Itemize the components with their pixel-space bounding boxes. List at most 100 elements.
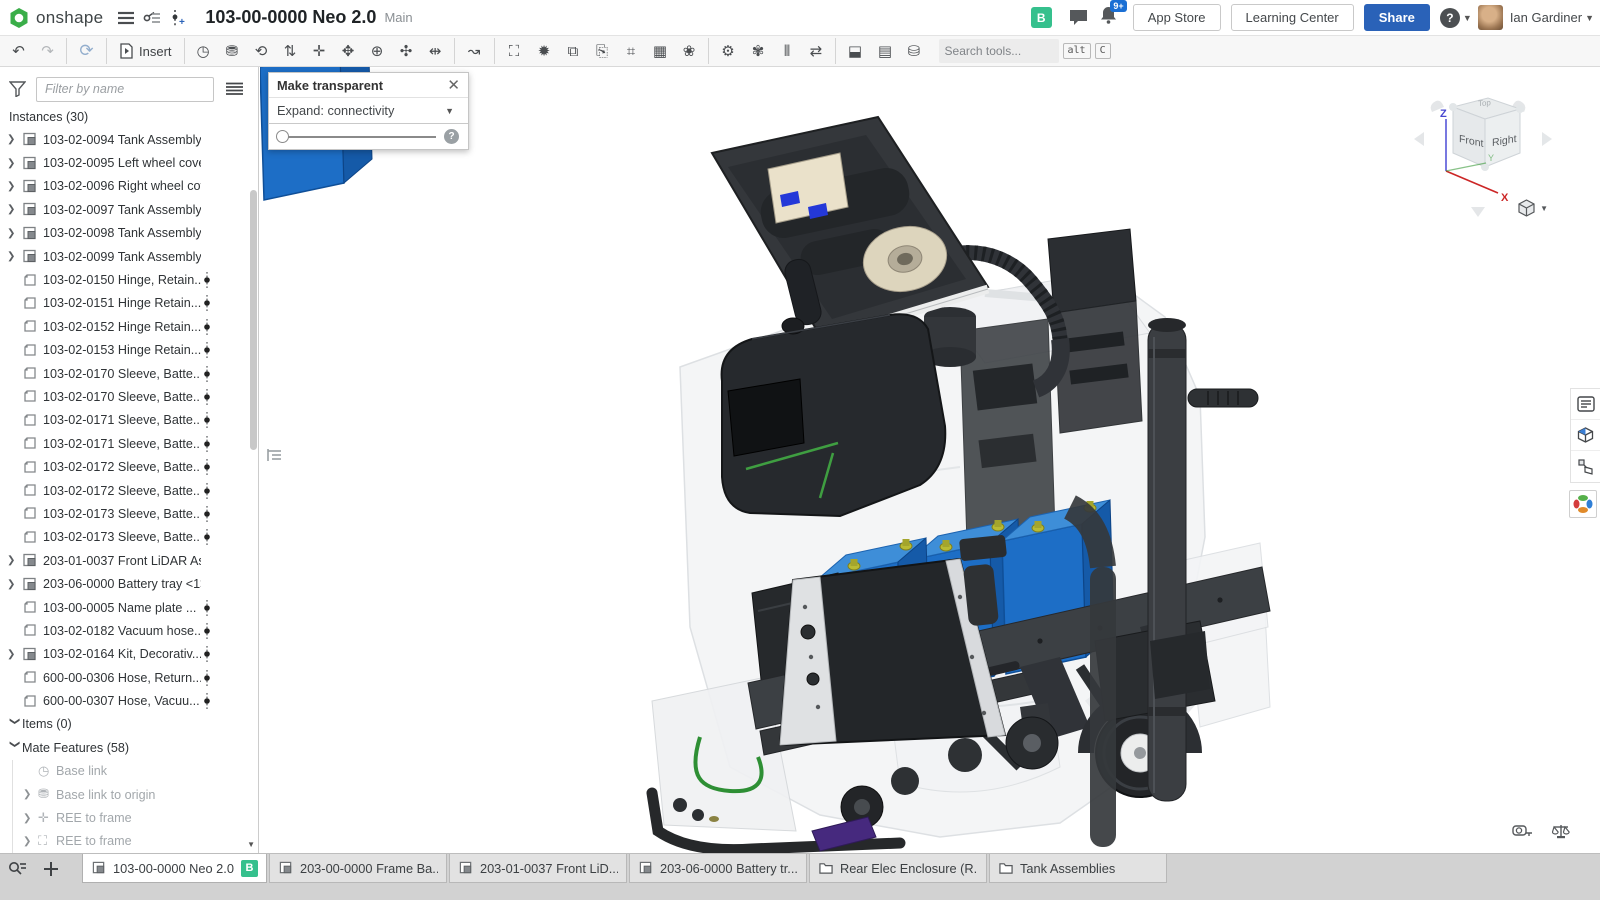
tangent-mate-icon[interactable]: ↝: [454, 38, 490, 64]
app-store-button[interactable]: App Store: [1133, 4, 1221, 31]
update-document-icon[interactable]: ⟳: [66, 38, 102, 64]
instance-row[interactable]: ❯ 103-02-0152 Hinge Retain...: [0, 315, 247, 338]
revolute-mate-icon[interactable]: ◷: [189, 38, 218, 64]
items-section-header[interactable]: ❯ Items (0): [0, 713, 247, 736]
custom-feature-icon[interactable]: ✾: [744, 38, 773, 64]
document-tab[interactable]: 103-00-0000 Neo 2.0 B: [82, 854, 267, 883]
mate-features-section-header[interactable]: ❯ Mate Features (58): [0, 736, 247, 759]
instance-row[interactable]: ❯ 103-02-0151 Hinge Retain...: [0, 292, 247, 315]
pin-slot-mate-icon[interactable]: ✣: [392, 38, 421, 64]
fastened-mate-icon[interactable]: ✛: [305, 38, 334, 64]
expand-chevron-icon[interactable]: ❯: [7, 181, 22, 192]
dialog-title-bar[interactable]: Make transparent ✕: [269, 73, 468, 98]
parallel-mate-icon[interactable]: ⇹: [421, 38, 450, 64]
versions-history-icon[interactable]: [139, 5, 165, 31]
mate-feature-row[interactable]: ❯ ⛶ REE to frame: [13, 830, 247, 853]
measure-icon[interactable]: [1512, 823, 1534, 845]
notifications-bell-icon[interactable]: 9+: [1100, 6, 1117, 29]
top-lid-open[interactable]: [712, 117, 988, 339]
drawing-icon[interactable]: ⬓: [835, 38, 871, 64]
instance-row[interactable]: ❯ 103-02-0172 Sleeve, Batte...: [0, 479, 247, 502]
instance-row[interactable]: ❯ 103-02-0173 Sleeve, Batte...: [0, 502, 247, 525]
expand-chevron-icon[interactable]: ❯: [7, 158, 22, 169]
bom-table-icon[interactable]: ▦: [646, 38, 675, 64]
onshape-logo[interactable]: onshape: [0, 7, 113, 29]
instance-row[interactable]: ❯ 103-02-0150 Hinge, Retain...: [0, 268, 247, 291]
document-tab[interactable]: 203-06-0000 Battery tr...: [629, 854, 807, 883]
ball-mate-icon[interactable]: ⛃: [218, 38, 247, 64]
slider-mate-icon[interactable]: ✥: [334, 38, 363, 64]
feature-gear-icon[interactable]: ⚙: [708, 38, 744, 64]
instance-row[interactable]: ❯ 103-02-0153 Hinge Retain...: [0, 339, 247, 362]
expand-mode-select[interactable]: Expand: connectivity ▼: [269, 98, 468, 124]
user-avatar[interactable]: [1478, 5, 1503, 30]
bom-panel-button[interactable]: [1571, 389, 1600, 420]
filter-input[interactable]: [36, 77, 214, 102]
view-settings-button[interactable]: ▼: [1517, 199, 1548, 217]
mate-feature-row[interactable]: ❯ ⛃ Base link to origin: [13, 783, 247, 806]
instance-row[interactable]: ❯ 103-02-0182 Vacuum hose...: [0, 619, 247, 642]
instance-row[interactable]: ❯ 103-02-0097 Tank Assembly, Fro...: [0, 198, 247, 221]
mate-feature-row[interactable]: ❯ ◷ Base link: [13, 760, 247, 783]
expand-chevron-icon[interactable]: ❯: [7, 649, 22, 660]
instance-row[interactable]: ❯ 103-02-0096 Right wheel cover <...: [0, 175, 247, 198]
expand-chevron-icon[interactable]: ❯: [23, 813, 38, 824]
main-menu-icon[interactable]: [113, 5, 139, 31]
tree-scrollbar[interactable]: [250, 190, 257, 450]
instance-row[interactable]: ❯ 600-00-0307 Hose, Vacuu...: [0, 689, 247, 712]
instance-row[interactable]: ❯ 103-02-0173 Sleeve, Batte...: [0, 526, 247, 549]
transparency-slider[interactable]: [278, 136, 436, 138]
group-icon[interactable]: ⛶: [494, 38, 530, 64]
mass-properties-icon[interactable]: [1552, 823, 1570, 845]
mate-feature-row[interactable]: ❯ ✛ REE to frame: [13, 806, 247, 829]
render-icon[interactable]: ▤: [871, 38, 900, 64]
instance-row[interactable]: ❯ 103-02-0171 Sleeve, Batte...: [0, 409, 247, 432]
search-tools-input[interactable]: Search tools...: [939, 39, 1059, 63]
document-tab[interactable]: Tank Assemblies: [989, 854, 1167, 883]
versions-icon[interactable]: ⛁: [900, 38, 929, 64]
expand-chevron-icon[interactable]: ❯: [7, 228, 22, 239]
instance-row[interactable]: ❯ 600-00-0306 Hose, Return...: [0, 666, 247, 689]
document-tab[interactable]: 203-00-0000 Frame Ba...: [269, 854, 447, 883]
swap-instances-icon[interactable]: ⇄: [802, 38, 831, 64]
expand-chevron-icon[interactable]: ❯: [7, 251, 22, 262]
instance-row[interactable]: ❯ 103-02-0098 Tank Assembly, Re...: [0, 222, 247, 245]
close-icon[interactable]: ✕: [447, 78, 460, 93]
workspace-name[interactable]: Main: [384, 10, 412, 25]
structure-tree-toggle-icon[interactable]: [265, 445, 285, 465]
instance-row[interactable]: ❯ 203-06-0000 Battery tray <1>: [0, 572, 247, 595]
replicate-icon[interactable]: ⧉: [559, 38, 588, 64]
pattern-linear-icon[interactable]: ⫴: [773, 38, 802, 64]
planar-mate-icon[interactable]: ⊕: [363, 38, 392, 64]
search-tabs-icon[interactable]: [0, 854, 34, 884]
help-icon[interactable]: ?: [1440, 8, 1460, 28]
expand-chevron-icon[interactable]: ❯: [7, 579, 22, 590]
scroll-down-icon[interactable]: ▼: [247, 840, 255, 849]
instance-row[interactable]: ❯ 103-02-0170 Sleeve, Batte...: [0, 362, 247, 385]
expand-chevron-icon[interactable]: ❯: [23, 836, 38, 847]
redo-icon[interactable]: ↷: [33, 38, 62, 64]
configurations-panel-button[interactable]: [1571, 420, 1600, 451]
expand-chevron-icon[interactable]: ❯: [7, 555, 22, 566]
undo-icon[interactable]: ↶: [4, 38, 33, 64]
appearance-icon[interactable]: ❀: [675, 38, 704, 64]
3d-viewport[interactable]: Front Right Top Z X Y ▼: [260, 67, 1600, 853]
instance-row[interactable]: ❯ 103-02-0094 Tank Assembly, Ret...: [0, 128, 247, 151]
expand-chevron-icon[interactable]: ❯: [7, 134, 22, 145]
document-tab[interactable]: 203-01-0037 Front LiD...: [449, 854, 627, 883]
instances-header[interactable]: Instances (30): [9, 110, 88, 124]
learning-center-button[interactable]: Learning Center: [1231, 4, 1354, 31]
list-options-icon[interactable]: [226, 82, 243, 96]
pattern-icon[interactable]: ✹: [530, 38, 559, 64]
instance-row[interactable]: ❯ 203-01-0037 Front LiDAR Asm, H...: [0, 549, 247, 572]
snapshot-icon[interactable]: ⌗: [617, 38, 646, 64]
add-tab-icon[interactable]: [34, 854, 68, 884]
document-tab[interactable]: Rear Elec Enclosure (R...: [809, 854, 987, 883]
instance-row[interactable]: ❯ 103-02-0170 Sleeve, Batte...: [0, 385, 247, 408]
cylindrical-mate-icon[interactable]: ⇅: [276, 38, 305, 64]
instance-row[interactable]: ❯ 103-02-0095 Left wheel cover <1>: [0, 151, 247, 174]
instance-row[interactable]: ❯ 103-02-0172 Sleeve, Batte...: [0, 455, 247, 478]
mate-icon[interactable]: ⟲: [247, 38, 276, 64]
3d-model[interactable]: [260, 67, 1600, 853]
named-positions-icon[interactable]: ⎘: [588, 38, 617, 64]
